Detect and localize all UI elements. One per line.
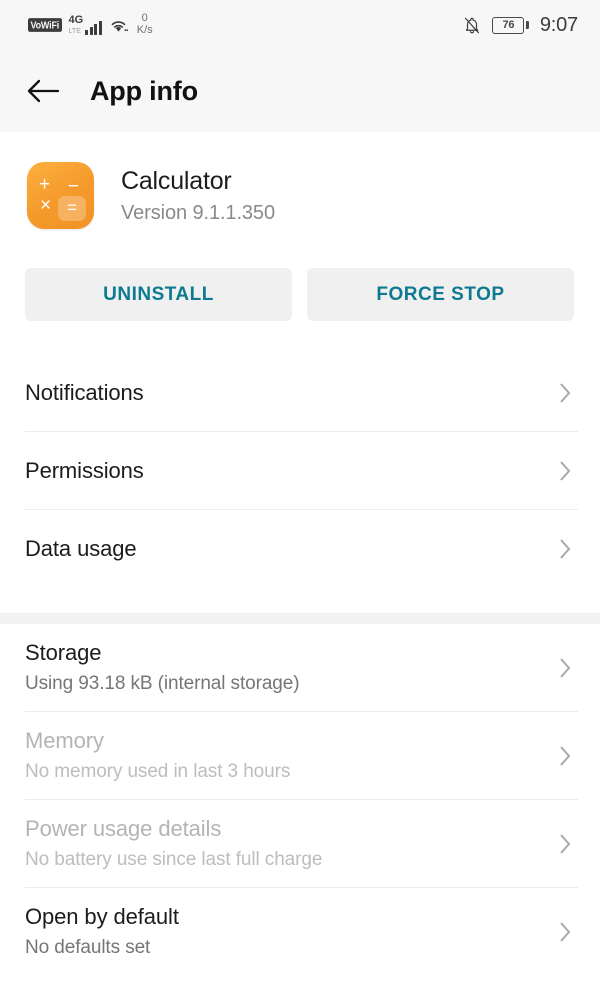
chevron-right-icon (560, 538, 571, 559)
action-button-row: UNINSTALL FORCE STOP (0, 229, 600, 321)
status-bar-left: VoWiFi 4G LTE 0 K/s (28, 13, 153, 36)
chevron-right-icon (560, 657, 571, 678)
data-rate-indicator: 0 K/s (137, 13, 153, 36)
list-item-label: Notifications (25, 379, 144, 405)
list-item-subtitle: No defaults set (25, 937, 151, 958)
chevron-right-icon (560, 921, 571, 942)
battery-level-label: 76 (502, 19, 515, 31)
list-item-subtitle: No memory used in last 3 hours (25, 761, 291, 782)
list-item-storage[interactable]: Storage Using 93.18 kB (internal storage… (0, 624, 600, 711)
list-item-text: Storage Using 93.18 kB (internal storage… (25, 640, 300, 695)
signal-bars-icon (85, 20, 102, 35)
list-item-notifications[interactable]: Notifications (0, 354, 600, 431)
vowifi-icon: VoWiFi (28, 18, 62, 32)
list-item-data-usage[interactable]: Data usage (0, 510, 600, 587)
list-item-text: Power usage details No battery use since… (25, 816, 322, 871)
app-version-label: Version 9.1.1.350 (121, 201, 275, 224)
list-item-text: Open by default No defaults set (25, 904, 179, 959)
app-identity-header: + − × = Calculator Version 9.1.1.350 (0, 132, 600, 229)
settings-group-general: Notifications Permissions Data usage (0, 321, 600, 587)
equals-glyph: = (67, 198, 77, 217)
list-item-label: Storage (25, 640, 102, 665)
list-item-memory[interactable]: Memory No memory used in last 3 hours (0, 712, 600, 799)
back-arrow-icon[interactable] (26, 77, 60, 105)
battery-icon: 76 (492, 16, 529, 34)
list-item-open-by-default[interactable]: Open by default No defaults set (0, 888, 600, 975)
status-bar: VoWiFi 4G LTE 0 K/s 76 9:07 (0, 0, 600, 50)
list-item-label: Data usage (25, 535, 137, 561)
plus-icon: + (39, 174, 51, 195)
status-bar-clock: 9:07 (539, 13, 578, 36)
uninstall-button[interactable]: UNINSTALL (25, 268, 292, 321)
times-icon: × (40, 195, 52, 216)
list-item-power-usage-details[interactable]: Power usage details No battery use since… (0, 800, 600, 887)
bell-off-icon (463, 16, 481, 35)
list-item-permissions[interactable]: Permissions (0, 432, 600, 509)
chevron-right-icon (560, 382, 571, 403)
minus-icon: − (67, 176, 79, 197)
chevron-right-icon (560, 460, 571, 481)
app-bar: App info (0, 50, 600, 132)
cellular-signal-icon: 4G LTE (69, 15, 102, 35)
force-stop-button[interactable]: FORCE STOP (307, 268, 574, 321)
list-item-subtitle: No battery use since last full charge (25, 849, 323, 870)
equals-icon: = (58, 196, 86, 221)
chevron-right-icon (560, 833, 571, 854)
chevron-right-icon (560, 745, 571, 766)
list-item-label: Permissions (25, 457, 144, 483)
list-item-label: Power usage details (25, 816, 222, 841)
battery-tip (525, 21, 529, 29)
list-item-text: Memory No memory used in last 3 hours (25, 728, 290, 783)
status-bar-right: 76 9:07 (463, 14, 578, 37)
settings-group-usage: Storage Using 93.18 kB (internal storage… (0, 624, 600, 975)
list-item-label: Memory (25, 728, 104, 753)
app-meta: Calculator Version 9.1.1.350 (121, 167, 275, 225)
network-sub-label: LTE (68, 28, 81, 35)
battery-body: 76 (492, 16, 525, 34)
list-item-subtitle: Using 93.18 kB (internal storage) (25, 673, 300, 694)
section-separator (0, 613, 600, 624)
data-rate-unit: K/s (136, 24, 153, 36)
app-name-label: Calculator (121, 166, 232, 195)
calculator-app-icon: + − × = (27, 162, 94, 229)
network-type-label: 4G (68, 14, 84, 26)
page-title: App info (90, 75, 198, 106)
list-item-label: Open by default (25, 904, 179, 929)
wifi-icon (109, 17, 128, 33)
